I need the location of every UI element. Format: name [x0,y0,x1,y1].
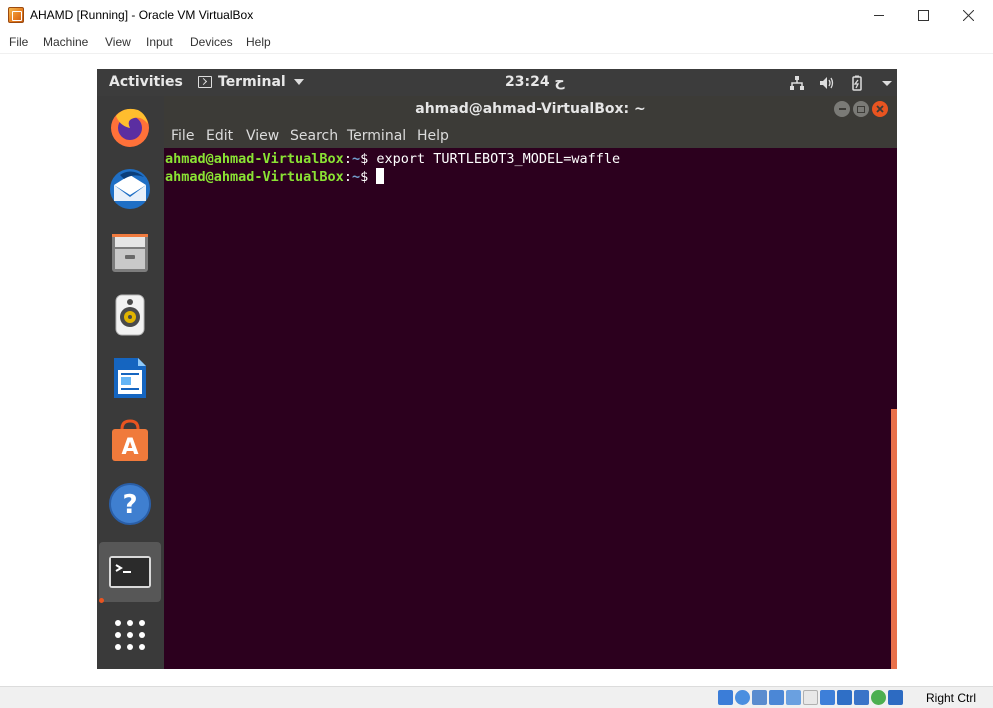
ubuntu-software-icon: A [112,419,148,461]
prompt-user: ahmad@ahmad-VirtualBox [165,151,344,167]
dock-terminal[interactable] [99,542,161,602]
dock-rhythmbox[interactable] [99,285,161,345]
terminal-line: ahmad@ahmad-VirtualBox:~$ export TURTLEB… [165,150,896,168]
terminal-small-icon [198,76,212,88]
terminal-title: ahmad@ahmad-VirtualBox: ~ [415,101,646,117]
prompt-path: ~ [351,151,361,167]
guest-screen[interactable]: Activities Terminal 23:24 ح A ? ahmad@ah… [97,69,897,669]
menu-view[interactable]: View [105,35,131,49]
system-menu-caret-icon [882,81,892,86]
dock-files[interactable] [99,222,161,282]
running-indicator [99,598,104,603]
shared-folders-icon[interactable] [803,690,818,705]
libreoffice-writer-icon [114,358,146,398]
caret-down-icon [293,79,304,85]
dock-show-apps[interactable] [99,605,161,665]
text-cursor [376,168,385,184]
dock-software[interactable]: A [99,411,161,471]
terminal-close-button[interactable] [872,101,888,117]
battery-icon [852,75,862,91]
activities-button[interactable]: Activities [109,74,183,90]
close-button[interactable] [945,0,991,31]
terminal-menu-edit[interactable]: Edit [206,128,233,144]
close-icon [876,105,884,113]
volume-icon [820,77,834,89]
app-menu-button[interactable]: Terminal [198,74,304,90]
dock-thunderbird[interactable] [99,159,161,219]
maximize-button[interactable] [900,0,946,31]
audio-icon[interactable] [752,690,767,705]
close-icon [962,10,974,21]
terminal-minimize-button[interactable] [834,101,850,117]
terminal-output[interactable]: ahmad@ahmad-VirtualBox:~$ export TURTLEB… [164,148,897,669]
thunderbird-icon [110,169,150,209]
prompt-user: ahmad@ahmad-VirtualBox [165,169,344,185]
app-menu-label: Terminal [218,74,286,90]
terminal-scrollbar[interactable] [891,409,897,669]
window-title: AHAMD [Running] - Oracle VM VirtualBox [30,8,254,22]
system-status-area[interactable] [789,75,895,91]
terminal-menu-terminal[interactable]: Terminal [347,128,406,144]
virtualbox-app-icon [8,7,24,23]
terminal-menu-help[interactable]: Help [417,128,449,144]
terminal-window[interactable]: ahmad@ahmad-VirtualBox: ~ File Edit View… [164,96,897,669]
files-icon [112,234,148,272]
menu-machine[interactable]: Machine [43,35,88,49]
terminal-maximize-button[interactable] [853,101,869,117]
prompt-separator: : [343,151,352,167]
svg-text:?: ? [122,490,137,520]
usb-icon[interactable] [786,690,801,705]
prompt-symbol: $ [360,151,377,167]
window-titlebar: AHAMD [Running] - Oracle VM VirtualBox [0,0,993,31]
terminal-menu-search[interactable]: Search [290,128,338,144]
mouse-integration-icon[interactable] [871,690,886,705]
ubuntu-dock: A ? [97,96,164,669]
menu-file[interactable]: File [9,35,28,49]
hard-disk-icon[interactable] [718,690,733,705]
gnome-top-bar: Activities Terminal 23:24 ح [97,69,897,96]
host-key-label: Right Ctrl [926,691,977,705]
terminal-menubar: File Edit View Search Terminal Help [164,123,897,148]
dock-help[interactable]: ? [99,474,161,534]
optical-drive-icon[interactable] [735,690,750,705]
network-icon [790,76,804,90]
video-capture-icon[interactable] [837,690,852,705]
help-icon: ? [109,483,151,525]
device-indicators [718,690,903,705]
dock-firefox[interactable] [99,96,161,156]
terminal-line: ahmad@ahmad-VirtualBox:~$ [165,168,896,186]
keyboard-capture-icon[interactable] [888,690,903,705]
terminal-header[interactable]: ahmad@ahmad-VirtualBox: ~ [164,96,897,123]
svg-text:A: A [121,435,138,460]
show-apps-icon [115,620,145,650]
prompt-path: ~ [351,169,361,185]
menu-devices[interactable]: Devices [190,35,233,49]
vm-statusbar: Right Ctrl [0,686,993,708]
network-adapter-icon[interactable] [769,690,784,705]
terminal-icon [109,556,151,588]
firefox-icon [111,108,149,147]
clock[interactable]: 23:24 ح [505,74,565,90]
command-text: export TURTLEBOT3_MODEL=waffle [376,151,621,167]
menu-input[interactable]: Input [146,35,173,49]
rhythmbox-icon [115,294,145,336]
terminal-menu-view[interactable]: View [246,128,279,144]
display-icon[interactable] [820,690,835,705]
prompt-symbol: $ [360,169,377,185]
menu-help[interactable]: Help [246,35,271,49]
prompt-separator: : [343,169,352,185]
dock-writer[interactable] [99,348,161,408]
terminal-menu-file[interactable]: File [171,128,194,144]
cpu-icon[interactable] [854,690,869,705]
window-menubar: File Machine View Input Devices Help [0,31,993,53]
minimize-button[interactable] [856,0,902,31]
